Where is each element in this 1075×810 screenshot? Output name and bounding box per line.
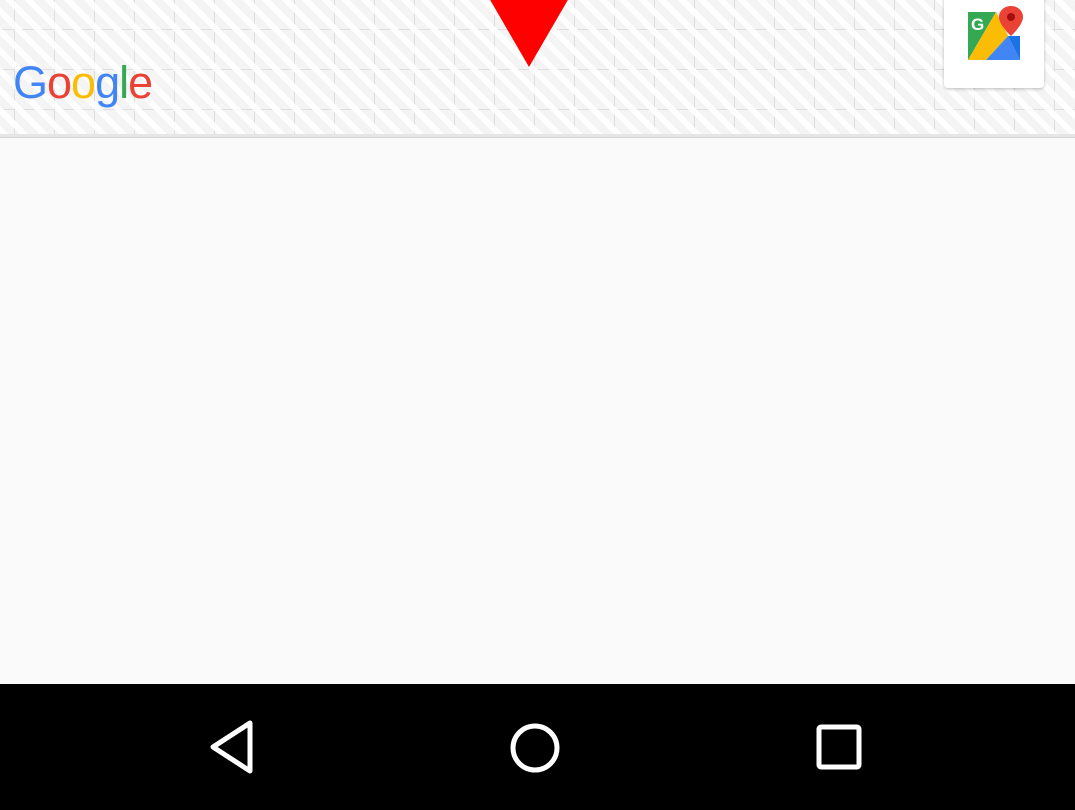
open-in-maps-button[interactable]: G xyxy=(944,0,1044,88)
home-circle-icon[interactable] xyxy=(505,718,565,778)
svg-text:G: G xyxy=(971,15,984,34)
map-view[interactable]: Google G xyxy=(0,0,1075,134)
google-logo-letter-g: G xyxy=(13,57,48,108)
navigation-bar xyxy=(0,684,1075,810)
back-triangle-icon[interactable] xyxy=(202,718,262,778)
google-logo-letter-e: e xyxy=(128,57,153,108)
google-logo-letter-g2: g xyxy=(95,57,120,108)
location-marker-icon[interactable] xyxy=(489,0,569,68)
screen: Google G xyxy=(0,0,1075,810)
google-logo-letter-o2: o xyxy=(71,57,96,108)
google-logo-letter-l: l xyxy=(119,57,129,108)
google-maps-icon: G xyxy=(968,6,1023,60)
recents-square-icon[interactable] xyxy=(809,718,869,778)
google-logo: Google xyxy=(13,57,153,108)
blank-content-area xyxy=(0,138,1075,684)
google-logo-letter-o1: o xyxy=(47,57,72,108)
